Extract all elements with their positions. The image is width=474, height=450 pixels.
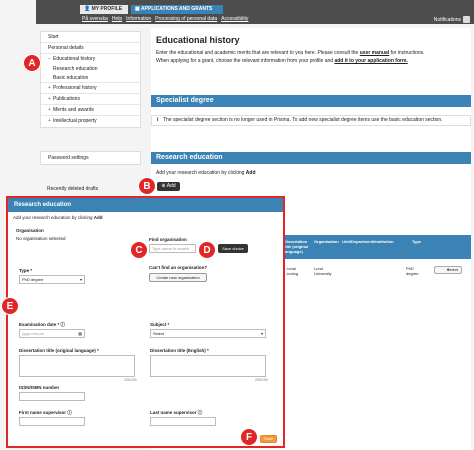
organisation-label: Organisation [16,228,44,233]
research-education-header: Research education [151,152,471,164]
save-button[interactable]: Save [260,435,277,443]
save-choice-button[interactable]: Save choice [218,244,248,253]
research-education-text: Add your research education by clicking … [156,170,256,176]
sidebar-item-publications[interactable]: + Publications [41,94,140,105]
add-button[interactable]: ⊕ Add [157,182,180,191]
link-swedish[interactable]: På svenska [82,16,108,22]
top-navigation-bar: 👤 MY PROFILE ▦ APPLICATIONS AND GRANTS P… [36,0,474,24]
intro-text-2: When applying for a grant, choose the re… [156,58,408,64]
sidebar-item-educational-history[interactable]: − Educational history [41,54,140,65]
first-supervisor-label: First name supervisor ⓘ [19,410,72,415]
add-to-application-link[interactable]: add it to your application form. [334,58,407,64]
intro-text-1: Enter the educational and academic merit… [156,50,425,56]
type-label: Type * [19,268,33,273]
callout-c: C [130,241,148,259]
page-title: Educational history [156,35,240,45]
sidebar-item-research-education[interactable]: Research education [41,65,140,74]
specialist-degree-header: Specialist degree [151,95,471,107]
dissertation-orig-label: Dissertation title (original language) * [19,348,99,353]
sidebar-item-start[interactable]: Start [41,32,140,43]
subject-label: Subject * [150,322,170,327]
callout-b: B [138,177,156,195]
find-organisation-input[interactable]: Type name to search [149,244,196,253]
link-information[interactable]: Information [126,16,151,22]
research-table-header: Dissertation title (original language) O… [284,235,471,259]
link-processing-personal-data[interactable]: Processing of personal data [155,16,217,22]
cell-title: ...ional ...inolog [284,266,299,276]
isbn-label: ISSN/ISBN number [19,385,60,390]
callout-e: E [1,297,19,315]
first-supervisor-input[interactable] [19,417,85,426]
dissertation-en-textarea[interactable] [150,355,266,377]
link-accessibility[interactable]: Accessibility [221,16,248,22]
table-row: ...ional ...inolog Lund University PhD d… [284,264,471,284]
tab-my-profile[interactable]: 👤 MY PROFILE [80,5,128,14]
examination-date-input[interactable]: yyyy-mm-dd ▦ [19,329,85,338]
type-select[interactable]: PhD degree ▾ [19,275,85,284]
tab-applications-and-grants[interactable]: ▦ APPLICATIONS AND GRANTS [131,5,223,14]
calendar-icon[interactable]: ▦ [78,330,82,337]
organisation-value: No organisation selected [16,236,66,241]
char-counter: 256/256 [124,378,137,382]
link-help[interactable]: Help [112,16,122,22]
sidebar-item-personal-details[interactable]: Personal details [41,43,140,54]
last-supervisor-input[interactable] [150,417,216,426]
col-dissertation-title: Dissertation title (original language) [284,239,308,254]
dissertation-en-label: Dissertation title (English) * [150,348,209,353]
find-organisation-label: Find organisation [149,237,187,242]
modal-intro: Add your research education by clicking … [13,215,103,220]
row-select-dropdown[interactable]: Select ▾ [434,266,462,274]
password-settings-link[interactable]: Password settings [40,151,141,165]
sidebar: Start Personal details − Educational hist… [40,31,141,128]
col-organisation: Organisation [314,239,339,244]
notification-icon [463,16,470,23]
callout-d: D [198,241,216,259]
notifications-button[interactable]: Notifications [434,16,470,23]
sidebar-item-professional-history[interactable]: + Professional history [41,83,140,94]
dissertation-orig-textarea[interactable] [19,355,135,377]
sidebar-item-merits-awards[interactable]: + Merits and awards [41,105,140,116]
cant-find-label: Can't find an organisation? [149,265,208,270]
sidebar-item-basic-education[interactable]: Basic education [41,74,140,83]
cell-organisation: Lund University [314,266,332,276]
recently-deleted-drafts-link[interactable]: Recently deleted drafts [47,186,98,192]
specialist-info-box: i The specialist degree section is no lon… [151,115,471,126]
char-counter: 256/256 [255,378,268,382]
modal-title: Research education [8,198,283,212]
callout-a: A [23,54,41,72]
callout-f: F [240,428,258,446]
research-education-modal: Research education Add your research edu… [6,196,285,448]
col-type: Type [412,239,422,244]
create-organisation-button[interactable]: Create new organisation [149,273,207,282]
subject-select[interactable]: Select ▾ [150,329,266,338]
cell-type: PhD degree [406,266,419,276]
examination-date-label: Examination date * ⓘ [19,322,66,327]
sidebar-item-intellectual-property[interactable]: + Intellectual property [41,116,140,127]
col-unit: Unit/Department/Institution [342,239,394,244]
top-links: På svenska Help Information Processing of p… [82,16,252,22]
user-manual-link[interactable]: user manual [360,50,389,56]
isbn-input[interactable] [19,392,85,401]
last-supervisor-label: Last name supervisor ⓘ [150,410,203,415]
